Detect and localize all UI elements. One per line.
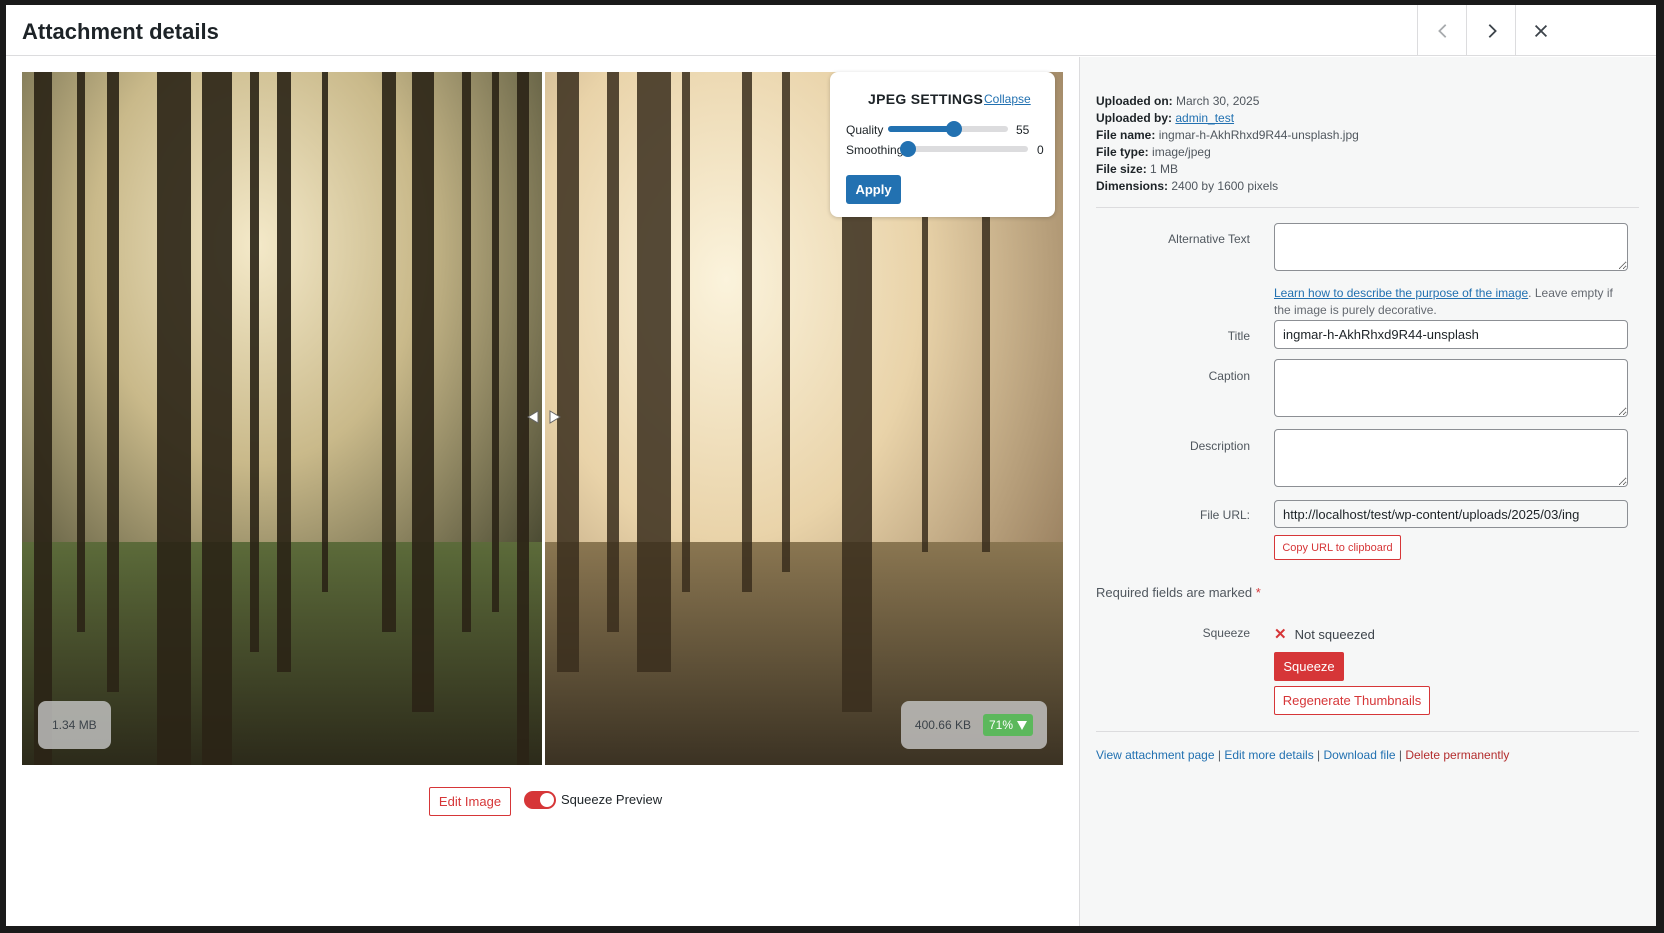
modal-header: Attachment details bbox=[6, 5, 1656, 56]
close-button[interactable] bbox=[1515, 5, 1565, 56]
edit-more-link[interactable]: Edit more details bbox=[1224, 748, 1313, 762]
description-label: Description bbox=[1189, 439, 1250, 453]
uploaded-by-row: Uploaded by: admin_test bbox=[1096, 111, 1235, 125]
squeeze-preview-toggle[interactable] bbox=[524, 791, 556, 809]
file-type-row: File type: image/jpeg bbox=[1096, 145, 1211, 159]
squeezed-size-badge: 400.66 KB 71% bbox=[900, 701, 1047, 749]
modal-title: Attachment details bbox=[22, 19, 219, 44]
original-size-badge: 1.34 MB bbox=[38, 701, 111, 749]
next-button[interactable] bbox=[1466, 5, 1516, 56]
smoothing-slider-handle[interactable] bbox=[900, 141, 916, 157]
file-details: Uploaded on: March 30, 2025 Uploaded by:… bbox=[1096, 93, 1359, 195]
comparison-handle[interactable] bbox=[527, 407, 561, 427]
alt-text-field[interactable] bbox=[1274, 223, 1628, 271]
uploaded-by-link[interactable]: admin_test bbox=[1175, 111, 1234, 125]
alt-text-help: Learn how to describe the purpose of the… bbox=[1274, 286, 1613, 317]
arrow-down-icon bbox=[1017, 720, 1027, 730]
quality-label: Quality bbox=[846, 123, 884, 137]
uploaded-on-row: Uploaded on: March 30, 2025 bbox=[1096, 94, 1260, 108]
squeezed-size-text: 400.66 KB bbox=[914, 718, 971, 732]
dimensions-row: Dimensions: 2400 by 1600 pixels bbox=[1096, 179, 1279, 193]
attachment-links: View attachment page | Edit more details… bbox=[1096, 748, 1510, 762]
squeeze-status: ✕ Not squeezed bbox=[1274, 625, 1375, 643]
title-label: Title bbox=[1227, 329, 1250, 343]
description-field[interactable] bbox=[1274, 429, 1628, 487]
savings-percent-text: 71% bbox=[988, 718, 1013, 732]
smoothing-value: 0 bbox=[1037, 143, 1044, 157]
caption-field[interactable] bbox=[1274, 359, 1628, 417]
chevron-left-icon bbox=[1437, 23, 1446, 38]
savings-percent-badge: 71% bbox=[982, 714, 1033, 736]
file-url-field[interactable]: http://localhost/test/wp-content/uploads… bbox=[1274, 500, 1628, 528]
chevron-right-icon bbox=[1488, 23, 1497, 38]
caption-label: Caption bbox=[1208, 369, 1250, 383]
title-field[interactable]: ingmar-h-AkhRhxd9R44-unsplash bbox=[1274, 320, 1628, 349]
quality-slider[interactable] bbox=[888, 121, 1008, 137]
details-sidebar: Uploaded on: March 30, 2025 Uploaded by:… bbox=[1079, 57, 1656, 926]
file-size-row: File size: 1 MB bbox=[1096, 162, 1179, 176]
copy-url-button[interactable]: Copy URL to clipboard bbox=[1274, 535, 1401, 560]
previous-button[interactable] bbox=[1417, 5, 1467, 56]
divider bbox=[1096, 207, 1639, 208]
apply-button[interactable]: Apply bbox=[846, 175, 901, 204]
divider bbox=[1096, 731, 1639, 732]
jpeg-settings-title: JPEG SETTINGS bbox=[868, 91, 984, 107]
arrow-right-icon bbox=[549, 410, 561, 424]
squeeze-label: Squeeze bbox=[1202, 626, 1250, 640]
file-url-label: File URL: bbox=[1199, 508, 1250, 522]
attachment-details-modal: Attachment details 1.34 MB 400.66 KB 71%… bbox=[6, 5, 1656, 926]
quality-slider-handle[interactable] bbox=[946, 121, 962, 137]
alt-text-label: Alternative Text bbox=[1168, 232, 1250, 246]
regenerate-thumbnails-button[interactable]: Regenerate Thumbnails bbox=[1274, 686, 1430, 715]
arrow-left-icon bbox=[527, 410, 539, 424]
download-file-link[interactable]: Download file bbox=[1324, 748, 1396, 762]
quality-value: 55 bbox=[1016, 123, 1030, 137]
smoothing-slider[interactable] bbox=[900, 141, 1028, 157]
file-name-row: File name: ingmar-h-AkhRhxd9R44-unsplash… bbox=[1096, 128, 1359, 142]
jpeg-settings-panel: JPEG SETTINGS Collapse Quality 55 Smooth… bbox=[830, 72, 1055, 217]
edit-image-button[interactable]: Edit Image bbox=[429, 787, 511, 816]
original-size-text: 1.34 MB bbox=[52, 718, 97, 732]
delete-permanently-link[interactable]: Delete permanently bbox=[1405, 748, 1509, 762]
view-attachment-link[interactable]: View attachment page bbox=[1096, 748, 1215, 762]
toggle-knob bbox=[540, 793, 554, 807]
cross-icon: ✕ bbox=[1274, 626, 1287, 643]
squeeze-status-text: Not squeezed bbox=[1294, 626, 1375, 642]
quality-slider-fill bbox=[888, 126, 954, 132]
close-icon bbox=[1534, 24, 1547, 37]
squeeze-preview-label: Squeeze Preview bbox=[561, 792, 663, 807]
squeeze-button[interactable]: Squeeze bbox=[1274, 652, 1344, 681]
alt-help-link[interactable]: Learn how to describe the purpose of the… bbox=[1274, 286, 1528, 300]
smoothing-label: Smoothing bbox=[846, 143, 904, 157]
collapse-link[interactable]: Collapse bbox=[984, 92, 1031, 106]
required-note: Required fields are marked * bbox=[1096, 585, 1261, 600]
